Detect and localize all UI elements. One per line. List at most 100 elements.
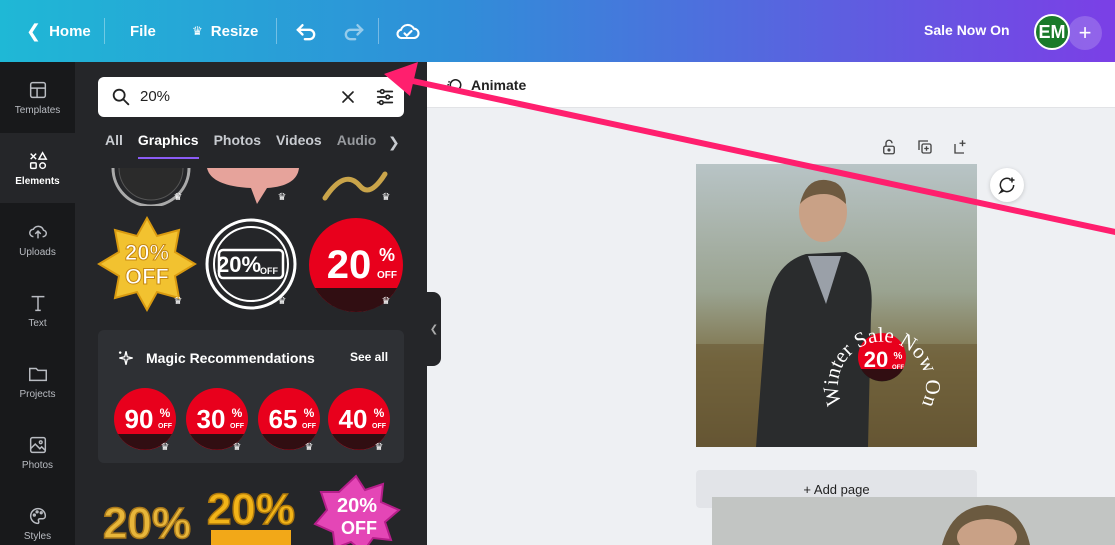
photos-icon [29,436,46,453]
badge-text: 20% [337,495,377,517]
top-toolbar: ❮ Home File ♛ Resize Sale Now On EM + [0,0,1115,62]
left-rail: Templates Elements Uploads Text Projects… [0,62,75,545]
rail-item-label: Styles [23,530,52,542]
add-comment-button[interactable] [990,168,1024,202]
file-menu-button[interactable]: File [118,11,168,51]
rail-item-templates[interactable]: Templates [0,62,75,132]
design-photo: 20 % OFF Winter Sale Now On [696,164,977,447]
animate-button[interactable]: Animate [445,76,526,94]
graphic-thumbnail[interactable]: 20% OFF [307,472,405,545]
graphic-thumbnail[interactable]: 20% [97,480,197,545]
resize-button[interactable]: ♛ Resize [180,11,270,51]
file-label: File [130,22,156,40]
add-collaborator-button[interactable]: + [1068,16,1102,50]
badge-text: OFF [158,423,173,430]
chevron-left-icon: ❮ [26,20,42,41]
collapse-panel-handle[interactable]: ❮ [427,292,441,366]
rail-item-label: Text [28,317,47,329]
crown-icon: ♛ [374,442,384,453]
badge-text: OFF [302,423,317,430]
divider [276,18,277,44]
badge-text: OFF [125,264,169,289]
avatar[interactable]: EM [1034,14,1070,50]
divider [104,18,105,44]
graphic-thumbnail[interactable]: 20% [203,474,299,545]
rail-item-uploads[interactable]: Uploads [0,204,75,274]
home-label: Home [49,22,91,40]
badge-text: 20 [864,347,888,372]
tab-videos[interactable]: Videos [276,132,322,159]
rail-item-projects[interactable]: Projects [0,346,75,416]
resize-label: Resize [210,22,259,40]
badge-text: 20% [217,252,261,277]
redo-icon[interactable] [340,17,368,45]
design-title[interactable]: Sale Now On [924,22,1010,38]
tab-graphics[interactable]: Graphics [137,132,199,159]
crown-icon: ♛ [173,192,183,203]
badge-text: OFF [260,266,278,276]
badge-text: 20% [125,240,169,265]
badge-text: % [894,351,903,362]
styles-icon [29,507,46,524]
rail-item-elements[interactable]: Elements [0,133,75,203]
chevron-left-icon: ❮ [429,323,439,335]
crown-icon: ♛ [173,296,183,307]
badge-text: OFF [377,270,397,281]
tab-photos[interactable]: Photos [214,132,261,159]
search-box[interactable]: 20% [98,77,404,117]
elements-panel: 20% All Graphics Photos Videos Audio ❯ ♛… [75,62,427,545]
unlock-icon[interactable] [880,138,898,156]
cloud-saved-icon[interactable] [394,17,422,45]
projects-icon [28,367,47,381]
gold-3d-text-graphic: 20% [102,498,192,545]
magic-recommendations-card: Magic Recommendations See all 90 % OFF 3… [98,330,404,463]
animate-icon [447,79,462,91]
search-input[interactable]: 20% [140,88,170,105]
rail-item-styles[interactable]: Styles [0,488,75,545]
badge-text: 20% [207,485,295,534]
comment-add-icon [998,177,1015,195]
home-button[interactable]: ❮ Home [14,11,103,51]
badge-text: OFF [372,423,387,430]
rail-item-text[interactable]: Text [0,275,75,345]
design-page[interactable]: 20 % OFF Winter Sale Now On [696,164,977,447]
uploads-icon [28,225,47,238]
badge-text: OFF [892,365,904,371]
badge-text: 40 [339,404,368,434]
add-page-icon[interactable] [952,138,970,156]
crown-icon: ♛ [192,24,203,38]
sparkle-icon [118,351,133,365]
next-page-preview[interactable] [712,497,1115,545]
context-toolbar: Animate [427,62,1115,108]
rail-item-label: Photos [21,459,54,471]
next-page-photo [712,497,1115,545]
chevron-right-icon[interactable]: ❯ [388,134,400,151]
undo-icon[interactable] [292,17,320,45]
duplicate-page-icon[interactable] [916,138,934,156]
rail-item-label: Uploads [19,246,56,258]
badge-text: % [160,406,171,420]
tab-all[interactable]: All [105,132,123,159]
elements-icon [29,150,48,169]
crown-icon: ♛ [381,296,391,307]
tab-audio[interactable]: Audio [337,132,377,159]
crown-icon: ♛ [381,192,391,203]
close-icon[interactable] [338,87,358,107]
badge-text: OFF [230,423,245,430]
rail-item-photos[interactable]: Photos [0,417,75,487]
filter-icon[interactable] [374,86,396,108]
crown-icon: ♛ [160,442,170,453]
crown-icon: ♛ [304,442,314,453]
crown-icon: ♛ [277,192,287,203]
search-tabs: All Graphics Photos Videos Audio [105,132,391,159]
animate-label: Animate [471,77,527,93]
search-icon [112,88,130,106]
rail-item-label: Templates [14,104,61,116]
add-page-label: + Add page [803,481,870,497]
rail-item-label: Elements [15,175,60,187]
magic-recommendations-title: Magic Recommendations [146,350,315,366]
see-all-link[interactable]: See all [350,350,388,364]
badge-text: 65 [269,404,298,434]
pink-star-badge: 20% OFF [313,474,401,545]
badge-text: 90 [125,404,154,434]
